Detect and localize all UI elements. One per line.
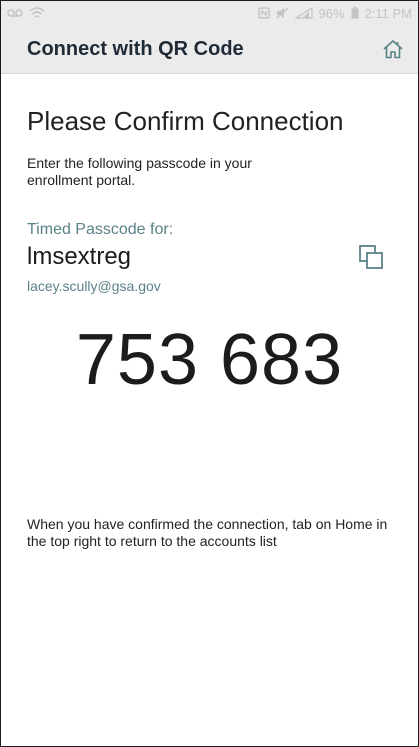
status-right: 96% 2:11 PM <box>257 5 412 21</box>
app-bar: Connect with QR Code <box>1 25 418 74</box>
passcode-display: 753 683 <box>75 320 344 400</box>
passcode-label: Timed Passcode for: <box>27 221 174 238</box>
home-icon <box>383 40 403 59</box>
main-content: Please Confirm Connection Enter the foll… <box>1 106 418 550</box>
page-heading: Please Confirm Connection <box>27 106 344 136</box>
clock: 2:11 PM <box>364 5 412 21</box>
voicemail-icon <box>7 8 23 18</box>
home-button[interactable] <box>380 36 406 62</box>
copy-button[interactable] <box>356 242 386 272</box>
wifi-icon <box>29 6 45 20</box>
signal-icon <box>294 7 313 19</box>
mute-icon <box>276 7 289 19</box>
account-row: lmsextreg <box>27 242 392 272</box>
app-screen: 96% 2:11 PM Connect with QR Code Please … <box>0 0 419 747</box>
nfc-icon <box>257 7 270 19</box>
status-bar: 96% 2:11 PM <box>1 1 418 25</box>
instruction-text: Enter the following passcode in your enr… <box>27 155 252 188</box>
battery-icon <box>351 7 359 19</box>
account-name: lmsextreg <box>27 243 132 270</box>
footer-note: When you have confirmed the connection, … <box>27 516 388 549</box>
status-left <box>7 6 45 20</box>
copy-icon <box>359 245 383 269</box>
battery-percent: 96% <box>318 5 345 21</box>
app-title: Connect with QR Code <box>27 37 244 60</box>
account-email: lacey.scully@gsa.gov <box>27 278 161 294</box>
